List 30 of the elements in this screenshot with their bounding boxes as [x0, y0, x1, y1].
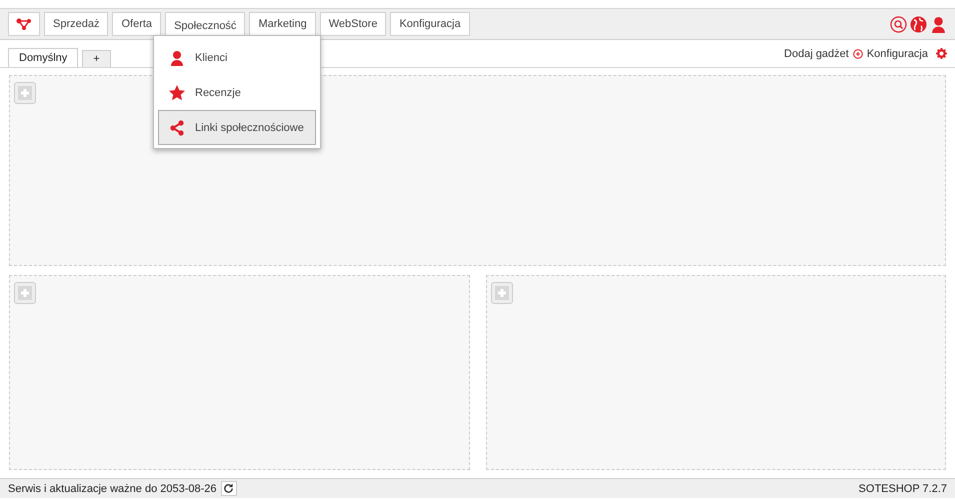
refresh-icon	[223, 483, 234, 494]
nav-tab[interactable]: Marketing	[249, 12, 316, 36]
dashboard-tab[interactable]: Domyślny	[8, 48, 78, 67]
user-button[interactable]	[930, 16, 947, 32]
globe-icon	[910, 16, 927, 32]
configuration-link[interactable]: Konfiguracja	[866, 48, 928, 60]
plus-icon	[494, 286, 508, 300]
plus-circle-icon	[852, 48, 863, 58]
user-icon	[930, 16, 947, 32]
person-icon	[169, 50, 185, 66]
globe-button[interactable]	[910, 16, 927, 32]
menu-item[interactable]: Linki społecznościowe	[158, 110, 316, 145]
dashboard-tab[interactable]: +	[82, 50, 111, 67]
star-icon	[169, 84, 185, 100]
plus-icon	[18, 86, 32, 100]
share-icon	[169, 120, 185, 136]
gear-icon	[936, 48, 947, 59]
add-gadget-link[interactable]: Dodaj gadżet	[784, 48, 849, 60]
logo-button[interactable]	[8, 12, 40, 36]
nav-tab[interactable]: Konfiguracja	[390, 12, 470, 36]
refresh-button[interactable]	[220, 481, 237, 496]
license-text: Serwis i aktualizacje ważne do 2053-08-26	[8, 482, 217, 494]
nav-tab[interactable]: Oferta	[112, 12, 162, 36]
search-icon	[890, 16, 907, 32]
plus-icon	[18, 286, 32, 300]
logo-icon	[16, 18, 32, 30]
nav-tab[interactable]: WebStore	[320, 12, 386, 36]
version-text: SOTESHOP 7.2.7	[858, 482, 947, 494]
nav-tab[interactable]: Sprzedaż	[44, 12, 108, 36]
search-button[interactable]	[890, 16, 907, 32]
